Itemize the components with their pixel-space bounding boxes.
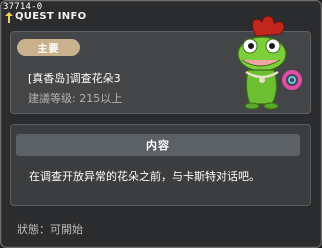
window-title: QUEST INFO: [15, 11, 87, 22]
quest-name: [真香岛]调查花朵3: [28, 72, 121, 85]
quest-status: 狀態：可開始: [17, 223, 83, 236]
quest-type-badge: 主要: [17, 39, 80, 56]
content-header: 内容: [16, 134, 300, 156]
quest-level-requirement: 建議等级: 215以上: [28, 92, 123, 105]
quest-info-icon: [5, 12, 13, 23]
chameleon-npc-icon: [237, 15, 302, 110]
quest-description: 在调查开放异常的花朵之前，与卡斯特对话吧。: [29, 170, 260, 183]
